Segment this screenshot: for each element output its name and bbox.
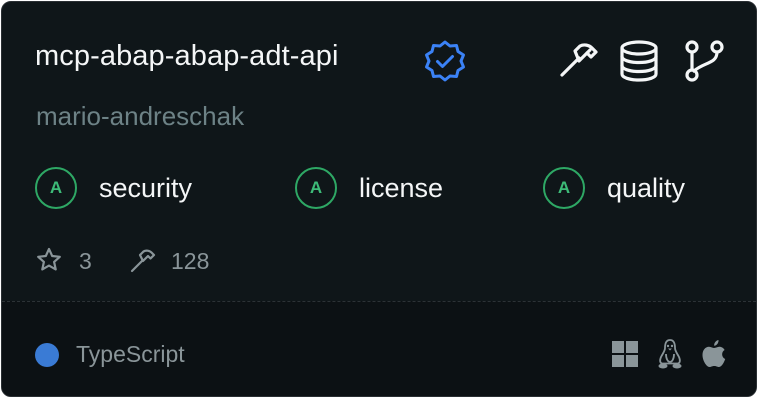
language-label: TypeScript [76, 341, 185, 367]
tools-hammer-icon [130, 249, 156, 273]
repo-card[interactable]: mcp-abap-abap-adt-api mario-andreschak A… [1, 1, 757, 397]
windows-icon [612, 341, 638, 367]
verified-badge-icon [425, 40, 465, 82]
language-color-dot [35, 343, 59, 367]
tools-count: 128 [171, 248, 210, 274]
git-branch-icon[interactable] [682, 38, 728, 84]
score-label: security [99, 173, 193, 203]
star-icon [37, 247, 61, 271]
score-label: quality [607, 173, 686, 203]
star-count: 3 [79, 248, 92, 274]
repo-owner[interactable]: mario-andreschak [36, 101, 244, 132]
hammer-icon[interactable] [554, 38, 600, 84]
repo-name[interactable]: mcp-abap-abap-adt-api [35, 40, 339, 73]
grade-badge: A [35, 167, 77, 209]
score-label: license [359, 173, 444, 203]
grade-badge: A [295, 167, 337, 209]
grade-badge: A [543, 167, 585, 209]
database-icon[interactable] [616, 38, 662, 84]
apple-icon [702, 340, 726, 367]
linux-icon [658, 339, 682, 369]
